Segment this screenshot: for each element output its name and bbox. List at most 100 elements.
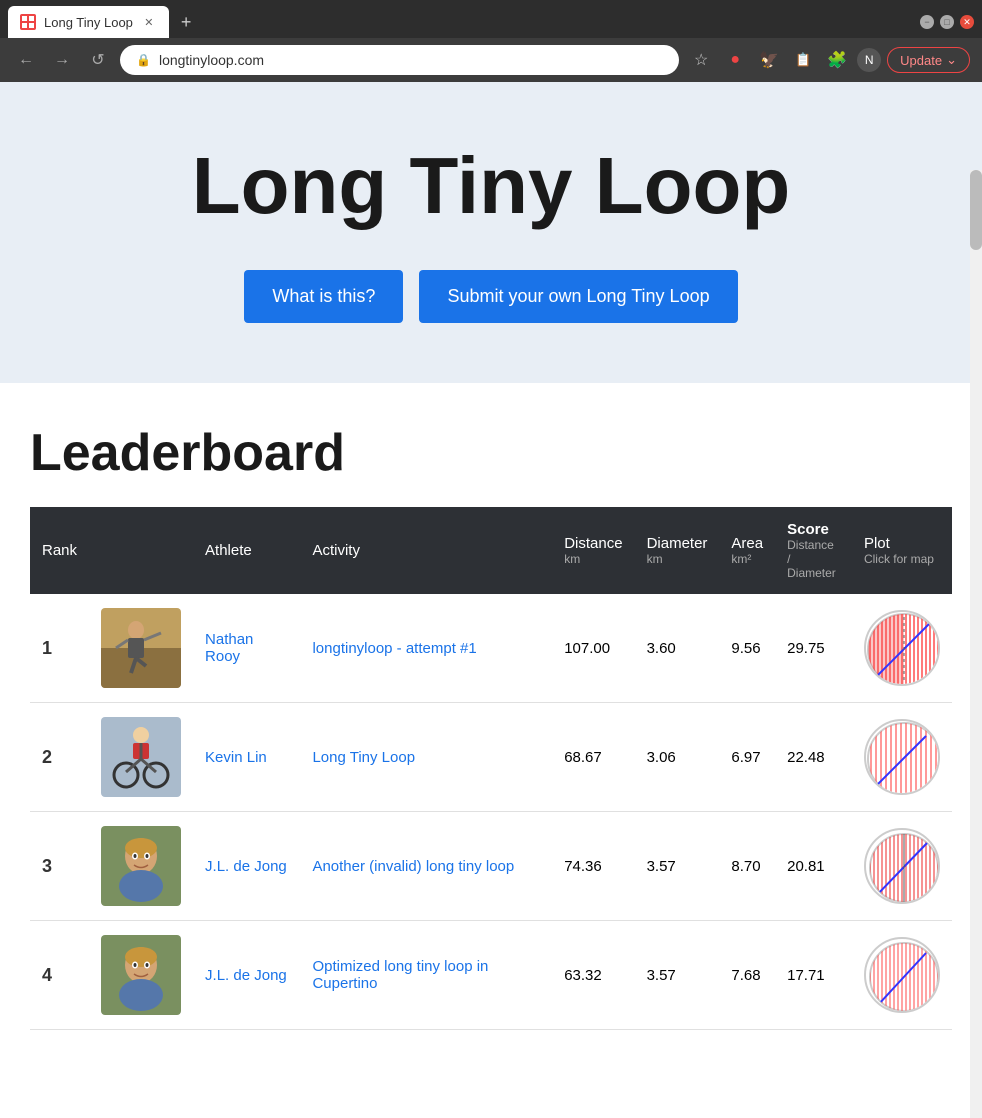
table-row: 2 Kevin Lin Long Tiny Loop 68.67 3.06 6.… [30,703,952,812]
activity-cell: Another (invalid) long tiny loop [300,812,552,921]
area-cell: 7.68 [719,921,775,1030]
profile-avatar[interactable]: N [857,48,881,72]
col-plot: Plot Click for map [852,507,952,594]
tab-close-button[interactable]: ✕ [141,14,157,30]
col-rank: Rank [30,507,89,594]
plot-cell[interactable] [852,921,952,1030]
col-photo [89,507,193,594]
diameter-cell: 3.57 [635,921,720,1030]
plot-circle[interactable] [864,937,940,1013]
area-cell: 8.70 [719,812,775,921]
plot-cell[interactable] [852,703,952,812]
update-chevron-icon: ⌄ [946,52,957,68]
leaderboard-table: Rank Athlete Activity Distance km Diamet… [30,507,952,1030]
hero-section: Long Tiny Loop What is this? Submit your… [0,82,982,383]
activity-cell: Long Tiny Loop [300,703,552,812]
distance-cell: 63.32 [552,921,634,1030]
plot-circle[interactable] [864,828,940,904]
rank-cell: 3 [30,812,89,921]
minimize-button[interactable]: − [920,15,934,29]
reload-button[interactable]: ↺ [84,46,112,74]
col-area: Area km² [719,507,775,594]
submit-button[interactable]: Submit your own Long Tiny Loop [419,270,737,323]
area-cell: 6.97 [719,703,775,812]
page-content: Long Tiny Loop What is this? Submit your… [0,82,982,1070]
lock-icon: 🔒 [136,53,151,67]
leaderboard-title: Leaderboard [30,423,952,483]
activity-link[interactable]: Another (invalid) long tiny loop [312,858,514,875]
athlete-name-cell: J.L. de Jong [193,921,300,1030]
area-cell: 9.56 [719,594,775,703]
bookmark-icon[interactable]: ☆ [687,46,715,74]
scrollbar[interactable] [970,170,982,1118]
colorful-icon[interactable]: ● [721,46,749,74]
athlete-photo-cell [89,921,193,1030]
athlete-image [101,608,181,688]
athlete-link[interactable]: Nathan Rooy [205,631,253,665]
url-text: longtinyloop.com [159,52,264,68]
back-button[interactable]: ← [12,46,40,74]
activity-link[interactable]: Optimized long tiny loop in Cupertino [312,958,488,992]
activity-link[interactable]: longtinyloop - attempt #1 [312,640,476,657]
athlete-name-cell: J.L. de Jong [193,812,300,921]
window-controls: − □ ✕ [920,15,974,29]
col-distance: Distance km [552,507,634,594]
col-diameter: Diameter km [635,507,720,594]
athlete-name-cell: Nathan Rooy [193,594,300,703]
athlete-link[interactable]: J.L. de Jong [205,858,287,875]
url-bar[interactable]: 🔒 longtinyloop.com [120,45,679,75]
active-tab[interactable]: Long Tiny Loop ✕ [8,6,169,38]
activity-link[interactable]: Long Tiny Loop [312,749,415,766]
athlete-image [101,935,181,1015]
athlete-name-cell: Kevin Lin [193,703,300,812]
col-score: Score Distance / Diameter [775,507,852,594]
score-cell: 22.48 [775,703,852,812]
main-content: Leaderboard Rank Athlete Activity Distan… [0,383,982,1070]
diameter-cell: 3.06 [635,703,720,812]
what-is-this-button[interactable]: What is this? [244,270,403,323]
activity-cell: longtinyloop - attempt #1 [300,594,552,703]
rank-cell: 2 [30,703,89,812]
distance-cell: 74.36 [552,812,634,921]
address-bar: ← → ↺ 🔒 longtinyloop.com ☆ ● 🦅 📋 🧩 N Upd… [0,38,982,82]
col-athlete: Athlete [193,507,300,594]
extension-icon1[interactable]: 🦅 [755,46,783,74]
rank-cell: 1 [30,594,89,703]
leaderboard-body: 1 Nathan Rooy longtinyloop - attempt #1 … [30,594,952,1030]
tab-bar: Long Tiny Loop ✕ + − □ ✕ [0,0,982,38]
athlete-image [101,717,181,797]
table-header-row: Rank Athlete Activity Distance km Diamet… [30,507,952,594]
new-tab-button[interactable]: + [173,8,200,37]
table-row: 4 J.L. de Jong Optimized long tiny loop … [30,921,952,1030]
distance-cell: 107.00 [552,594,634,703]
toolbar-icons: ☆ ● 🦅 📋 🧩 N Update ⌄ [687,46,970,74]
close-button[interactable]: ✕ [960,15,974,29]
athlete-photo-cell [89,812,193,921]
forward-button[interactable]: → [48,46,76,74]
athlete-photo-cell [89,703,193,812]
athlete-photo-cell [89,594,193,703]
tab-favicon [20,14,36,30]
table-row: 1 Nathan Rooy longtinyloop - attempt #1 … [30,594,952,703]
extension-icon2[interactable]: 📋 [789,46,817,74]
rank-cell: 4 [30,921,89,1030]
diameter-cell: 3.60 [635,594,720,703]
table-row: 3 J.L. de Jong Another (invalid) long ti… [30,812,952,921]
maximize-button[interactable]: □ [940,15,954,29]
distance-cell: 68.67 [552,703,634,812]
plot-circle[interactable] [864,719,940,795]
extensions-button[interactable]: 🧩 [823,46,851,74]
plot-cell[interactable] [852,594,952,703]
athlete-link[interactable]: Kevin Lin [205,749,267,766]
hero-title: Long Tiny Loop [20,142,962,230]
update-button[interactable]: Update ⌄ [887,47,970,73]
score-cell: 17.71 [775,921,852,1030]
plot-cell[interactable] [852,812,952,921]
plot-circle[interactable] [864,610,940,686]
hero-buttons: What is this? Submit your own Long Tiny … [20,270,962,323]
tab-title: Long Tiny Loop [44,15,133,30]
scrollbar-thumb[interactable] [970,170,982,250]
diameter-cell: 3.57 [635,812,720,921]
score-cell: 29.75 [775,594,852,703]
athlete-link[interactable]: J.L. de Jong [205,967,287,984]
